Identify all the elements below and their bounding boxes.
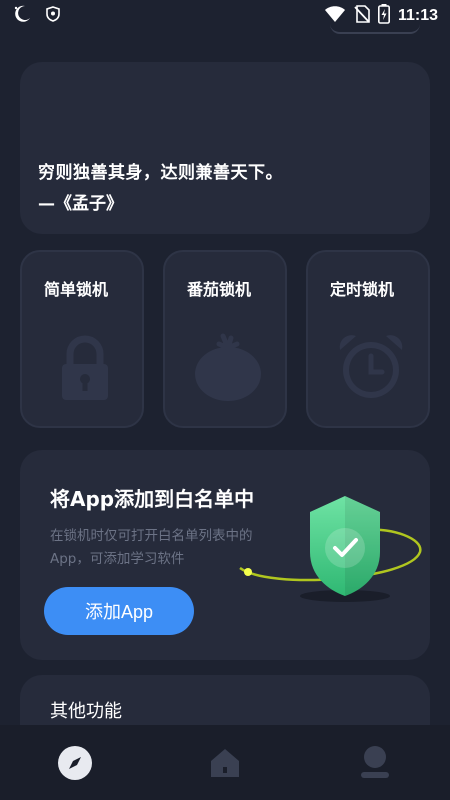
nav-home[interactable] bbox=[195, 733, 255, 793]
shield-check-icon bbox=[239, 496, 422, 602]
add-app-button[interactable]: 添加App bbox=[44, 587, 194, 635]
mode-card-simple-lock[interactable]: 简单锁机 bbox=[20, 250, 144, 428]
tomato-icon bbox=[195, 333, 261, 401]
compass-icon bbox=[58, 745, 92, 780]
mode-label: 简单锁机 bbox=[44, 280, 109, 299]
quote-author: —《孟子》 bbox=[38, 194, 123, 214]
whitelist-title: 将App添加到白名单中 bbox=[50, 487, 255, 511]
quote-card: 穷则独善其身，达则兼善天下。 —《孟子》 bbox=[20, 62, 430, 234]
moon-icon bbox=[12, 4, 32, 28]
mode-label: 定时锁机 bbox=[330, 280, 395, 299]
quote-text: 穷则独善其身，达则兼善天下。 bbox=[38, 163, 283, 183]
alarm-clock-icon bbox=[339, 335, 403, 398]
nav-profile[interactable] bbox=[345, 733, 405, 793]
bottom-nav bbox=[0, 725, 450, 800]
shield-icon bbox=[46, 6, 60, 26]
lock-icon bbox=[62, 335, 108, 400]
nav-discover[interactable] bbox=[45, 733, 105, 793]
top-handle bbox=[330, 22, 420, 34]
mode-card-tomato-lock[interactable]: 番茄锁机 bbox=[163, 250, 287, 428]
whitelist-card: 将App添加到白名单中 在锁机时仅可打开白名单列表中的App，可添加学习软件 添… bbox=[20, 450, 430, 660]
profile-icon bbox=[361, 745, 389, 778]
home-icon bbox=[211, 748, 239, 777]
mode-label: 番茄锁机 bbox=[187, 280, 252, 299]
other-functions-title: 其他功能 bbox=[50, 701, 122, 722]
mode-card-timer-lock[interactable]: 定时锁机 bbox=[306, 250, 430, 428]
